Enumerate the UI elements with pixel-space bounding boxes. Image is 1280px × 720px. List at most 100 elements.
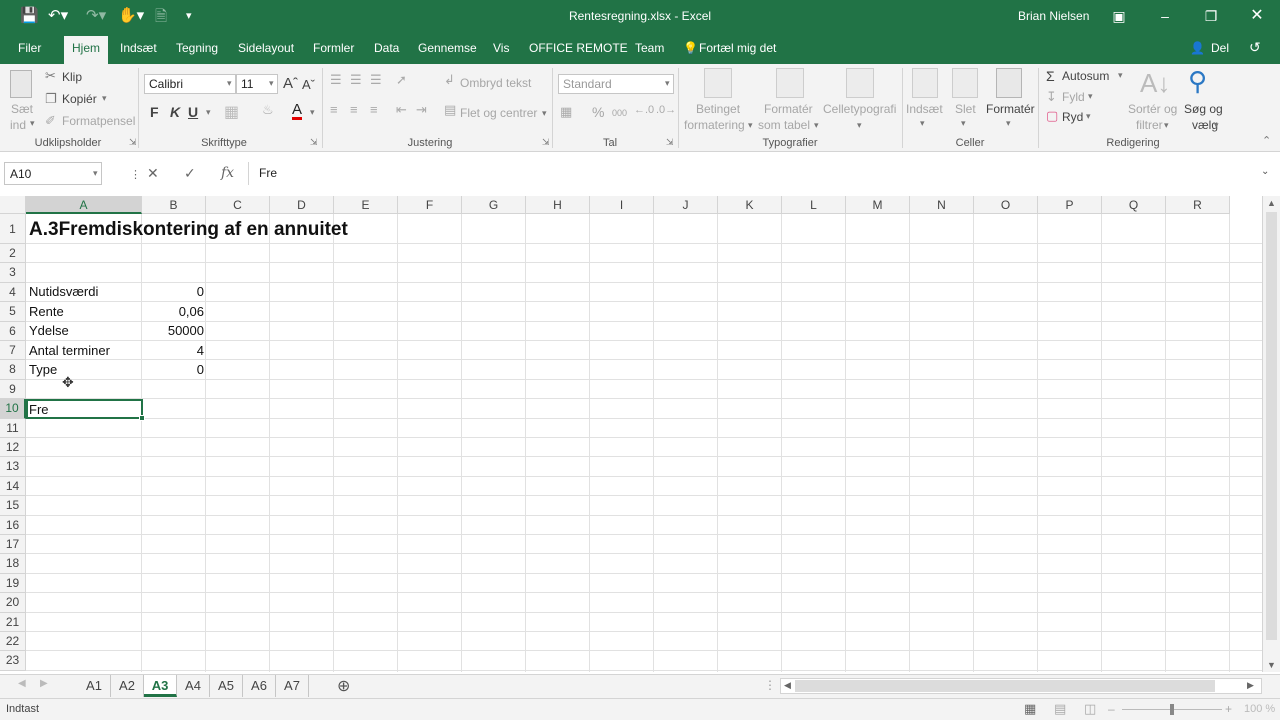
row-header[interactable]: 22 (0, 632, 26, 652)
tab-review[interactable]: Gennemse (418, 41, 477, 55)
restore-icon[interactable]: ❐ (1196, 4, 1226, 28)
row-header[interactable]: 8 (0, 360, 26, 380)
confirm-entry-icon[interactable]: ✓ (184, 165, 196, 182)
paste-label-1[interactable]: Sæt (11, 102, 33, 116)
insert-function-icon[interactable]: fx (221, 165, 234, 181)
column-header[interactable]: N (910, 196, 974, 214)
cell-b8[interactable]: 0 (143, 360, 207, 380)
column-header[interactable]: B (142, 196, 206, 214)
sheet-tab[interactable]: A6 (243, 675, 276, 697)
cancel-entry-icon[interactable]: ✕ (147, 165, 159, 182)
conditional-formatting-label-2[interactable]: formatering (684, 118, 745, 132)
column-header[interactable]: H (526, 196, 590, 214)
scroll-up-icon[interactable]: ▲ (1267, 198, 1276, 208)
thousands-button[interactable]: 000 (612, 108, 627, 118)
collapse-ribbon-icon[interactable]: ⌃ (1262, 134, 1271, 147)
font-launcher-icon[interactable]: ⇲ (310, 137, 318, 148)
close-icon[interactable]: ✕ (1242, 4, 1272, 28)
underline-button[interactable]: U (188, 104, 198, 120)
cell-a10[interactable]: Fre (26, 400, 52, 420)
decrease-indent-icon[interactable]: ⇤ (396, 102, 407, 118)
row-header[interactable]: 13 (0, 457, 26, 477)
tell-me-search[interactable]: Fortæl mig det (699, 41, 776, 55)
expand-formula-bar-icon[interactable]: ⌄ (1261, 166, 1269, 177)
font-name-dropdown-icon[interactable]: ▾ (227, 78, 232, 89)
wrap-text-button[interactable]: Ombryd tekst (460, 76, 531, 90)
font-name-select[interactable]: Calibri (144, 74, 236, 94)
cell-a5[interactable]: Rente (26, 302, 67, 322)
vertical-scroll-thumb[interactable] (1266, 212, 1277, 640)
row-header[interactable]: 10 (0, 399, 26, 419)
tab-office-remote[interactable]: OFFICE REMOTE (529, 41, 628, 55)
zoom-in-icon[interactable]: + (1225, 702, 1232, 716)
row-header[interactable]: 18 (0, 554, 26, 574)
row-header[interactable]: 15 (0, 496, 26, 516)
cell-a8[interactable]: Type (26, 360, 60, 380)
scroll-down-icon[interactable]: ▼ (1267, 660, 1276, 670)
tab-data[interactable]: Data (374, 41, 399, 55)
history-icon[interactable]: ↺ (1249, 39, 1261, 56)
horizontal-scroll-thumb[interactable] (795, 680, 1215, 692)
cell-a6[interactable]: Ydelse (26, 321, 72, 341)
clear-dropdown-icon[interactable]: ▾ (1086, 111, 1091, 122)
paste-label-2[interactable]: ind (10, 118, 26, 132)
column-header[interactable]: G (462, 196, 526, 214)
drag-handle-icon[interactable]: ⋮ (130, 168, 141, 181)
fill-handle[interactable] (139, 415, 145, 421)
column-header[interactable]: C (206, 196, 270, 214)
cell-b7[interactable]: 4 (143, 341, 207, 361)
column-header[interactable]: I (590, 196, 654, 214)
row-header[interactable]: 20 (0, 593, 26, 613)
number-format-dropdown-icon[interactable]: ▾ (665, 78, 670, 89)
row-header[interactable]: 9 (0, 379, 26, 400)
currency-icon[interactable]: ▦ (560, 104, 572, 120)
align-bottom-icon[interactable]: ☰ (370, 72, 382, 88)
column-header[interactable]: M (846, 196, 910, 214)
row-header[interactable]: 12 (0, 438, 26, 458)
copy-dropdown-icon[interactable]: ▾ (102, 93, 107, 104)
sort-filter-dropdown-icon[interactable]: ▾ (1164, 120, 1169, 131)
format-cells-dropdown-icon[interactable]: ▾ (1006, 118, 1011, 129)
delete-cells-button[interactable]: Slet (955, 102, 976, 116)
cell-b4[interactable]: 0 (143, 282, 207, 302)
column-header[interactable]: P (1038, 196, 1102, 214)
page-layout-view-icon[interactable]: ▤ (1054, 701, 1066, 717)
shrink-font-icon[interactable]: Aˇ (302, 77, 315, 92)
ribbon-display-icon[interactable]: ▣ (1104, 4, 1134, 28)
tab-insert[interactable]: Indsæt (120, 41, 157, 55)
horizontal-scrollbar[interactable]: ◀ ▶ (780, 678, 1262, 694)
column-header[interactable]: O (974, 196, 1038, 214)
align-middle-icon[interactable]: ☰ (350, 72, 362, 88)
sort-filter-label-1[interactable]: Sortér og (1128, 102, 1177, 116)
page-break-view-icon[interactable]: ◫ (1084, 701, 1096, 717)
vertical-scrollbar[interactable]: ▲ ▼ (1262, 196, 1280, 672)
sheet-tab[interactable]: A2 (111, 675, 144, 697)
column-header[interactable]: K (718, 196, 782, 214)
sheet-title-cell[interactable]: A.3Fremdiskontering af en annuitet (26, 216, 351, 244)
align-top-icon[interactable]: ☰ (330, 72, 342, 88)
find-select-label-1[interactable]: Søg og (1184, 102, 1223, 116)
add-sheet-icon[interactable]: ⊕ (337, 676, 350, 696)
fill-dropdown-icon[interactable]: ▾ (1088, 91, 1093, 102)
tab-home[interactable]: Hjem (64, 36, 109, 64)
paste-icon[interactable] (10, 70, 32, 98)
sheet-tab[interactable]: A7 (276, 675, 309, 697)
row-header[interactable]: 23 (0, 651, 26, 671)
zoom-level[interactable]: 100 % (1244, 703, 1275, 715)
conditional-formatting-label-1[interactable]: Betinget (696, 102, 740, 116)
row-header[interactable]: 17 (0, 535, 26, 555)
tab-file[interactable]: Filer (18, 41, 41, 55)
minimize-icon[interactable]: – (1150, 4, 1180, 28)
delete-cells-dropdown-icon[interactable]: ▾ (961, 118, 966, 129)
zoom-slider-thumb[interactable] (1170, 704, 1174, 715)
clipboard-launcher-icon[interactable]: ⇲ (129, 137, 137, 148)
number-format-select[interactable]: Standard (558, 74, 674, 94)
tab-draw[interactable]: Tegning (176, 41, 218, 55)
sheet-tab[interactable]: A3 (144, 675, 177, 697)
increase-decimal-icon[interactable]: ←.0 (634, 104, 654, 116)
fill-color-icon[interactable]: ♨ (262, 102, 274, 118)
insert-cells-dropdown-icon[interactable]: ▾ (920, 118, 925, 129)
row-header[interactable]: 4 (0, 282, 26, 303)
tab-split-handle[interactable]: ⋮ (764, 678, 776, 692)
prev-sheet-icon[interactable]: ◀ (18, 678, 26, 689)
